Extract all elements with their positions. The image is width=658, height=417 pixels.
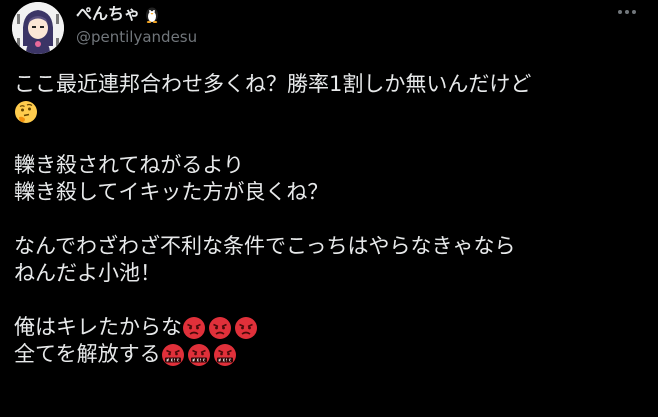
thinking-face-icon — [14, 100, 38, 124]
angry-face-icon — [182, 316, 206, 340]
tweet-line-text: 俺はキレたからな — [14, 315, 182, 339]
tweet-line: 全てを解放する — [14, 341, 654, 368]
tweet-text: ここ最近連邦合わせ多くね？勝率1割しか無いんだけど 轢き殺されてねがるより 轢き… — [14, 71, 654, 368]
tweet-line: ねんだよ小池！ — [14, 260, 654, 287]
tweet-line-text: ねんだよ小池！ — [14, 261, 161, 285]
tweet-line-text: 轢き殺してイキッた方が良くね？ — [14, 180, 329, 204]
tweet-line-text: ここ最近連邦合わせ多くね？勝率1割しか無いんだけど — [14, 72, 532, 96]
more-options-icon-dot — [625, 10, 629, 14]
more-options-button[interactable] — [612, 2, 642, 22]
tweet-line-text: 轢き殺されてねがるより — [14, 153, 244, 177]
tweet-line: 俺はキレたからな — [14, 314, 654, 341]
tweet-line: 轢き殺してイキッた方が良くね？ — [14, 179, 654, 206]
tweet-line-text: なんでわざわざ不利な条件でこっちはやらなきゃなら — [14, 234, 516, 258]
penguin-icon — [144, 5, 160, 23]
tweet-line: 轢き殺されてねがるより — [14, 152, 654, 179]
cursing-face-icon — [161, 343, 185, 367]
tweet-line: なんでわざわざ不利な条件でこっちはやらなきゃなら — [14, 233, 654, 260]
angry-face-icon — [234, 316, 258, 340]
angry-face-icon — [208, 316, 232, 340]
display-name-row[interactable]: ぺんちゃ — [76, 3, 197, 25]
user-handle[interactable]: @pentilyandesu — [76, 27, 197, 47]
avatar[interactable] — [12, 2, 64, 54]
cursing-face-icon — [213, 343, 237, 367]
display-name[interactable]: ぺんちゃ — [76, 3, 140, 25]
tweet-card: ぺんちゃ @pentilyandesu ここ最近連邦合わせ多くね？勝率1割しか無… — [0, 0, 658, 417]
tweet-line: ここ最近連邦合わせ多くね？勝率1割しか無いんだけど — [14, 71, 654, 98]
more-options-icon — [618, 10, 622, 14]
tweet-line — [14, 98, 654, 125]
cursing-face-icon — [187, 343, 211, 367]
tweet-line-text: 全てを解放する — [14, 342, 161, 366]
more-options-icon-dot — [632, 10, 636, 14]
author-info: ぺんちゃ @pentilyandesu — [76, 3, 197, 47]
